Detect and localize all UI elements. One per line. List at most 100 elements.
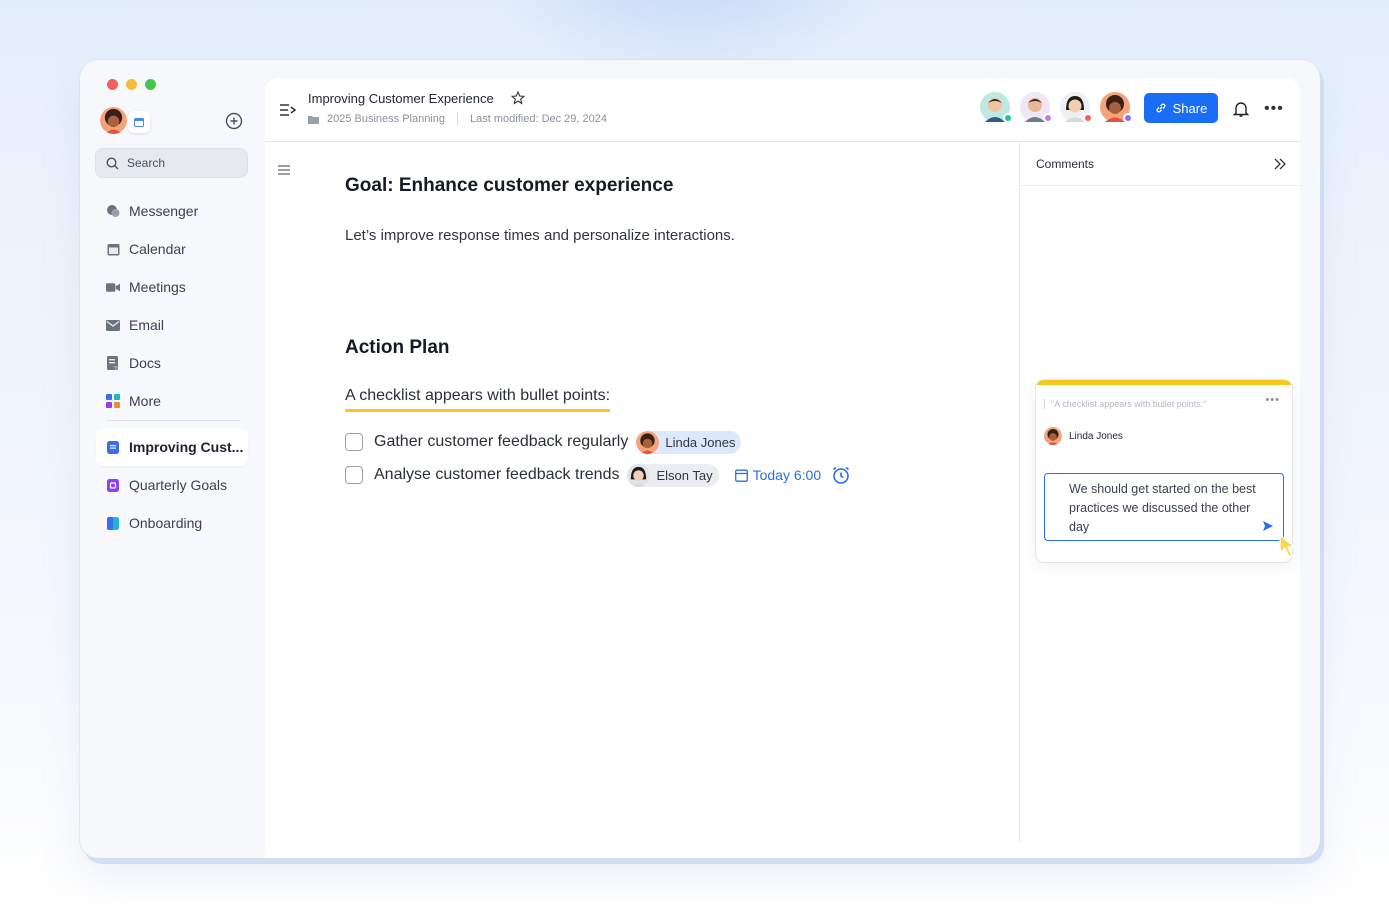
sidebar-item-label: Docs: [129, 355, 161, 371]
document-icon: [106, 440, 120, 454]
sidebar-docs-list: Improving Cust... Quarterly Goals Onboar…: [96, 428, 248, 542]
bell-icon[interactable]: [1233, 100, 1249, 118]
share-label: Share: [1172, 100, 1208, 116]
document-header: Improving Customer Experience 2025 Busin…: [265, 78, 1300, 142]
status-dot: [1003, 113, 1013, 123]
onboarding-doc-icon: [106, 516, 120, 530]
collapse-panel-icon[interactable]: [1272, 156, 1288, 172]
comment-author-avatar: [1044, 427, 1062, 445]
page-title: Improving Customer Experience: [308, 91, 494, 106]
sidebar-item-docs[interactable]: Docs: [96, 344, 248, 382]
sidebar-item-label: Messenger: [129, 203, 199, 219]
comment-author: Linda Jones: [1044, 427, 1123, 445]
comment-input[interactable]: We should get started on the best practi…: [1044, 473, 1284, 541]
star-icon[interactable]: [511, 91, 525, 105]
collaborator-avatars: [980, 92, 1133, 123]
due-date[interactable]: Today 6:00: [734, 467, 821, 483]
link-icon: [1156, 103, 1166, 113]
outline-menu-icon[interactable]: [277, 164, 291, 176]
goal-paragraph: Let’s improve response times and persona…: [345, 227, 735, 244]
task-text: Analyse customer feedback trends: [374, 466, 620, 483]
comment-author-name: Linda Jones: [1069, 430, 1123, 442]
sidebar-item-meetings[interactable]: Meetings: [96, 268, 248, 306]
calendar-icon: [734, 469, 748, 482]
sidebar-item-messenger[interactable]: Messenger: [96, 192, 248, 230]
status-dot: [1083, 113, 1093, 123]
minimize-window-button[interactable]: [126, 79, 137, 90]
assignee-name: Linda Jones: [665, 434, 736, 450]
comments-title: Comments: [1036, 156, 1095, 171]
comment-draft-text: We should get started on the best practi…: [1069, 482, 1256, 534]
comment-card: "A checklist appears with bullet points:…: [1036, 380, 1292, 562]
checklist-item: Analyse customer feedback trends Elson T…: [345, 462, 851, 488]
mail-icon: [106, 318, 120, 332]
comment-more-icon[interactable]: •••: [1265, 394, 1280, 406]
sidebar-doc-label: Onboarding: [129, 515, 203, 531]
sidebar-doc-quarterly-goals[interactable]: Quarterly Goals: [96, 466, 248, 504]
calendar-icon: [106, 242, 120, 256]
app-window: Search Messenger Calendar Meetings Email: [80, 60, 1320, 858]
document-panel: Improving Customer Experience 2025 Busin…: [265, 78, 1300, 858]
goals-doc-icon: [106, 478, 120, 492]
assignee-name: Elson Tay: [656, 467, 713, 483]
messenger-icon: [106, 204, 120, 218]
search-input[interactable]: Search: [95, 148, 248, 178]
add-circle-icon[interactable]: [225, 112, 243, 130]
more-options-icon[interactable]: •••: [1264, 100, 1284, 118]
apps-icon: [106, 394, 120, 408]
calendar-app-icon[interactable]: [128, 111, 150, 133]
sidebar-toggle-icon[interactable]: [279, 102, 297, 118]
video-icon: [106, 280, 120, 294]
send-icon[interactable]: [1262, 520, 1274, 532]
sidebar-doc-label: Quarterly Goals: [129, 477, 228, 493]
collaborator-avatar[interactable]: [1060, 92, 1093, 123]
window-controls: [107, 79, 156, 90]
collaborator-avatar[interactable]: [980, 92, 1013, 123]
assignee-mention[interactable]: Linda Jones: [636, 430, 742, 454]
sidebar-item-email[interactable]: Email: [96, 306, 248, 344]
sidebar-doc-improving-customer-experience[interactable]: Improving Cust...: [96, 428, 248, 466]
sidebar-doc-onboarding[interactable]: Onboarding: [96, 504, 248, 542]
document-editor[interactable]: Goal: Enhance customer experience Let’s …: [345, 142, 1005, 842]
folder-icon: [308, 115, 319, 124]
comment-highlight-bar: [1036, 380, 1292, 385]
close-window-button[interactable]: [107, 79, 118, 90]
collaborator-avatar[interactable]: [1020, 92, 1053, 123]
goal-heading: Goal: Enhance customer experience: [345, 175, 674, 196]
assignee-avatar: [636, 430, 660, 454]
action-plan-heading: Action Plan: [345, 337, 450, 358]
task-checkbox[interactable]: [345, 466, 363, 484]
commented-text-highlight[interactable]: A checklist appears with bullet points:: [345, 387, 611, 412]
comments-panel: Comments "A checklist appears with bulle…: [1019, 142, 1300, 842]
sidebar-item-label: Calendar: [129, 241, 186, 257]
share-button[interactable]: Share: [1144, 93, 1218, 123]
assignee-avatar: [627, 463, 651, 487]
task-text: Gather customer feedback regularly: [374, 433, 629, 450]
checklist-item: Gather customer feedback regularly Linda…: [345, 429, 742, 455]
maximize-window-button[interactable]: [145, 79, 156, 90]
comments-header: Comments: [1020, 142, 1300, 186]
task-checkbox[interactable]: [345, 433, 363, 451]
search-placeholder: Search: [127, 156, 166, 170]
user-avatar[interactable]: [100, 107, 127, 134]
sidebar-item-more[interactable]: More: [96, 382, 248, 420]
sidebar-item-label: Meetings: [129, 279, 186, 295]
docs-icon: [106, 356, 120, 370]
folder-name[interactable]: 2025 Business Planning: [327, 113, 445, 125]
status-dot: [1043, 113, 1053, 123]
sidebar-doc-label: Improving Cust...: [129, 439, 244, 455]
sidebar-nav: Messenger Calendar Meetings Email Docs M…: [96, 192, 248, 420]
workspace-row: [98, 106, 248, 136]
collaborator-avatar[interactable]: [1100, 92, 1133, 123]
last-modified: Last modified: Dec 29, 2024: [470, 113, 608, 125]
meta-separator: [457, 113, 459, 125]
document-meta: 2025 Business Planning Last modified: De…: [308, 113, 607, 125]
search-icon: [106, 156, 119, 169]
comment-quote: "A checklist appears with bullet points:…: [1044, 399, 1206, 409]
alarm-clock-icon[interactable]: [831, 465, 851, 485]
status-dot: [1123, 113, 1133, 123]
sidebar-item-calendar[interactable]: Calendar: [96, 230, 248, 268]
assignee-mention[interactable]: Elson Tay: [627, 463, 719, 487]
sidebar-item-label: Email: [129, 317, 165, 333]
sidebar-item-label: More: [129, 393, 161, 409]
